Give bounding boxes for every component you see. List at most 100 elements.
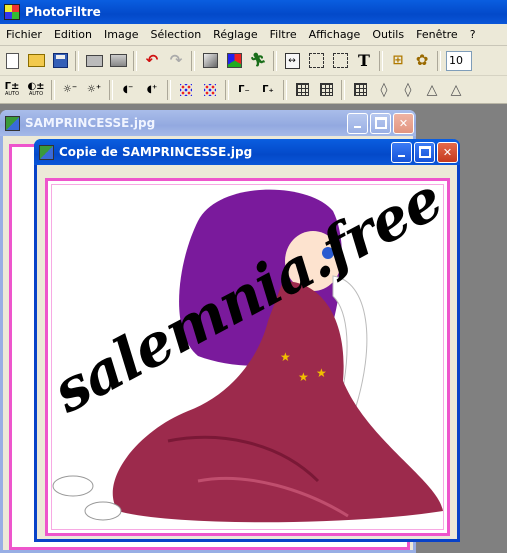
toolbar-separator [167,79,171,100]
menu-image[interactable]: Image [98,28,144,41]
menu-edition[interactable]: Edition [48,28,98,41]
document-title-bar[interactable]: Copie de SAMPRINCESSE.jpg ✕ [34,139,460,165]
open-file-button[interactable] [25,50,47,72]
minimize-button[interactable] [391,141,412,163]
undo-arrow-icon: ↶ [145,51,159,69]
selection-tool-button[interactable] [305,50,327,72]
brightness-minus-button[interactable]: ☼⁻ [59,79,81,101]
saturation-minus-icon [180,83,192,96]
image-document-icon [39,144,54,160]
redo-button[interactable]: ↷ [165,50,187,72]
blur-drop-icon: ◊ [380,81,388,98]
rgb-color-icon [226,53,242,68]
menu-affichage[interactable]: Affichage [303,28,367,41]
toolbar-separator [51,79,55,100]
menu-filtre[interactable]: Filtre [264,28,303,41]
star-decoration: ★ [298,370,309,384]
contrast-plus-button[interactable]: ◖⁺ [141,79,163,101]
star-decoration: ★ [280,350,291,364]
menu-outils[interactable]: Outils [366,28,410,41]
document-window-copy[interactable]: Copie de SAMPRINCESSE.jpg ✕ ★ ★ ★ salemn… [34,139,460,542]
sharpen-more-button[interactable]: △ [445,79,467,101]
pixelate-button[interactable] [291,79,313,101]
text-tool-button[interactable]: T [353,50,375,72]
toolbar-separator [341,79,345,100]
auto-contrast-button[interactable]: Γ± AUTO [1,79,23,101]
running-man-icon: 🏃︎ [249,53,267,68]
contrast-minus-icon: ◖⁻ [122,83,134,95]
print-button[interactable] [83,50,105,72]
zoom-input[interactable]: 10 [446,50,472,71]
color-mode-button[interactable] [223,50,245,72]
menu-fichier[interactable]: Fichier [0,28,48,41]
image-document-icon [5,115,20,131]
sharpen-more-triangle-icon: △ [450,81,462,98]
image-canvas[interactable]: ★ ★ ★ salemnia.free.fr [45,178,450,536]
contrast-minus-button[interactable]: ◖⁻ [117,79,139,101]
emboss-button[interactable] [349,79,371,101]
crop-icon [332,53,348,68]
toolbar-separator [379,50,383,71]
mosaic-grid-icon [295,83,309,96]
maximize-button[interactable] [370,112,391,134]
toolbar-separator [109,79,113,100]
acquire-button[interactable] [107,50,129,72]
save-disk-icon [52,53,68,68]
scanner-icon [109,54,127,67]
menu-help[interactable]: ? [464,28,482,41]
document-title: SAMPRINCESSE.jpg [25,116,156,130]
automation-button[interactable]: 🏃︎ [247,50,269,72]
grayscale-icon [202,53,218,68]
app-title: PhotoFiltre [25,5,101,19]
redo-arrow-icon: ↷ [169,51,183,69]
close-button[interactable]: ✕ [437,141,458,163]
sharpen-button[interactable]: △ [421,79,443,101]
saturation-plus-button[interactable] [199,79,221,101]
saturation-minus-button[interactable] [175,79,197,101]
auto-label: AUTO [4,91,20,97]
menu-selection[interactable]: Sélection [144,28,207,41]
menu-bar: Fichier Edition Image Sélection Réglage … [0,24,507,46]
contrast-plus-icon: ◖⁺ [146,83,158,95]
printer-icon [85,54,103,67]
minimize-button[interactable] [347,112,368,134]
gamma-minus-button[interactable]: Γ₋ [233,79,255,101]
close-button[interactable]: ✕ [393,112,414,134]
menu-fenetre[interactable]: Fenêtre [410,28,464,41]
gear-icon: ✿ [415,51,429,69]
maximize-icon [418,146,431,158]
maximize-icon [374,117,387,129]
maximize-button[interactable] [414,141,435,163]
main-toolbar: ↶ ↷ 🏃︎ ↔ T ⊞ ✿ 10 [0,46,507,76]
gamma-plus-button[interactable]: Γ₊ [257,79,279,101]
sepia-grid-icon [319,83,333,96]
close-icon: ✕ [398,116,409,130]
toolbar-separator [133,50,137,71]
emboss-icon [353,83,367,96]
soften-button[interactable]: ◊ [397,79,419,101]
grayscale-button[interactable] [199,50,221,72]
document-title-bar[interactable]: SAMPRINCESSE.jpg ✕ [0,110,416,136]
toolbar-separator [225,79,229,100]
undo-button[interactable]: ↶ [141,50,163,72]
app-title-bar[interactable]: PhotoFiltre [0,0,507,24]
flip-button[interactable]: ↔ [281,50,303,72]
blur-button[interactable]: ◊ [373,79,395,101]
explorer-button[interactable]: ⊞ [387,50,409,72]
menu-reglage[interactable]: Réglage [207,28,263,41]
foot-shape [84,501,122,521]
minimize-icon [354,126,361,128]
new-file-icon [5,52,19,69]
brightness-plus-button[interactable]: ☼⁺ [83,79,105,101]
photofiltre-app-icon[interactable] [4,4,20,20]
new-file-button[interactable] [1,50,23,72]
open-folder-icon [27,54,45,67]
crop-button[interactable] [329,50,351,72]
saturation-plus-icon [204,83,216,96]
save-button[interactable] [49,50,71,72]
sepia-button[interactable] [315,79,337,101]
module-button[interactable]: ✿ [411,50,433,72]
document-title: Copie de SAMPRINCESSE.jpg [59,145,253,159]
foot-shape [52,475,94,497]
auto-brightness-button[interactable]: ◐± AUTO [25,79,47,101]
